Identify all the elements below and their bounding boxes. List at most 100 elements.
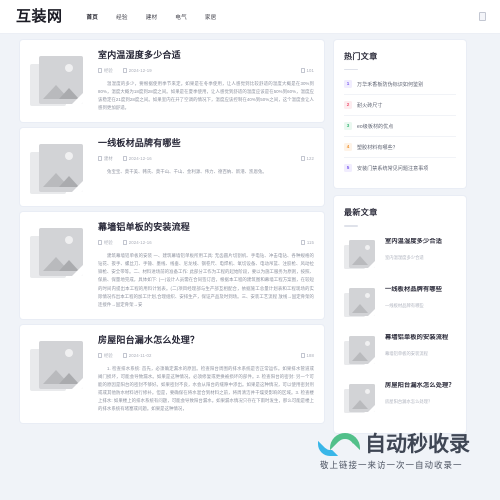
calendar-icon	[122, 240, 127, 246]
watermark-subtitle: 敬上链接一来访一次一自动收录一	[320, 460, 463, 470]
hot-article-item[interactable]: 4 塑胶材料有哪些？	[344, 137, 456, 159]
latest-article-title[interactable]: 房屋阳台漏水怎么处理？	[385, 382, 456, 391]
page-root: 互装网 首页 经验 建材 电气 家居 室内温湿度多少合适 经验 2024-12-…	[0, 0, 500, 500]
article-views-label: 115	[306, 240, 314, 246]
broken-image-icon	[344, 335, 378, 366]
article-title[interactable]: 房屋阳台漏水怎么处理？	[98, 335, 314, 347]
rank-badge: 3	[344, 122, 352, 131]
title-underline	[344, 225, 358, 227]
eye-icon	[300, 240, 305, 246]
article-views: 122	[300, 156, 314, 162]
article-category[interactable]: 建材	[98, 156, 113, 162]
article-date-label: 2024-12-16	[128, 240, 152, 246]
article-views: 101	[300, 68, 314, 74]
latest-article-item[interactable]: 幕墙铝单板的安装流程 幕墙铝单板的安装流程	[344, 327, 456, 375]
article-card[interactable]: 室内温湿度多少合适 经验 2024-12-19 101 温湿度的多少，要根据使用…	[20, 40, 324, 123]
article-title[interactable]: 室内温湿度多少合适	[98, 50, 314, 62]
nav-item-jiancai[interactable]: 建材	[146, 13, 158, 21]
article-excerpt: 建筑幕墙铝单板的安装 一、建筑幕墙铝单板所用工具: 无齿圆片切割机、手电钻、冲击…	[98, 252, 314, 307]
article-meta: 建材 2024-12-16 122	[98, 156, 314, 162]
latest-article-title[interactable]: 一线板材品牌有哪些	[385, 286, 456, 295]
eye-icon	[300, 156, 305, 162]
article-title[interactable]: 一线板材品牌有哪些	[98, 138, 314, 150]
article-category-label: 经验	[104, 352, 113, 358]
site-header: 互装网 首页 经验 建材 电气 家居	[0, 0, 500, 34]
rank-badge: 4	[344, 143, 352, 152]
latest-article-desc: 幕墙铝单板的安装流程	[385, 351, 428, 357]
article-excerpt: 兔宝宝、莫干美、韩氏、莫干山、千山、金利源、伟力、德百纳、新港、凯恩兔。	[107, 168, 267, 174]
article-date: 2024-12-16	[122, 156, 152, 162]
article-views-label: 122	[306, 156, 314, 162]
latest-article-title[interactable]: 室内温湿度多少合适	[385, 238, 456, 247]
folder-icon	[98, 240, 102, 246]
latest-article-title[interactable]: 幕墙铝单板的安装流程	[385, 334, 456, 343]
article-category-label: 经验	[104, 239, 113, 245]
article-views: 188	[300, 353, 314, 359]
latest-article-desc: 室内温湿度多少合适	[385, 255, 424, 261]
nav-item-dianqi[interactable]: 电气	[175, 13, 187, 21]
broken-image-icon	[30, 144, 88, 196]
broken-image-icon	[344, 239, 378, 270]
latest-article-item[interactable]: 房屋阳台漏水怎么处理？ 房屋阳台漏水怎么处理？	[344, 375, 456, 423]
article-card[interactable]: 一线板材品牌有哪些 建材 2024-12-16 122 兔宝宝、莫干美、韩氏、莫…	[20, 128, 324, 207]
article-card[interactable]: 房屋阳台漏水怎么处理？ 经验 2024-11-02 188 1. 检查排水系统:…	[20, 324, 324, 424]
folder-icon	[98, 156, 102, 162]
broken-image-icon	[30, 228, 88, 280]
title-underline	[344, 69, 358, 71]
article-category[interactable]: 经验	[98, 68, 113, 74]
article-meta: 经验 2024-12-19 101	[98, 68, 314, 74]
sidebar: 热门文章 1 万华禾香板防伪标识如何鉴别 2 耐火砖尺寸 3 eo级板材的优点 …	[334, 40, 466, 441]
hot-articles-title: 热门文章	[344, 52, 378, 61]
article-date-label: 2024-12-16	[128, 156, 152, 162]
hot-articles-panel: 热门文章 1 万华禾香板防伪标识如何鉴别 2 耐火砖尺寸 3 eo级板材的优点 …	[334, 40, 466, 189]
article-title[interactable]: 幕墙铝单板的安装流程	[98, 222, 314, 234]
broken-image-icon	[344, 287, 378, 318]
article-views: 115	[300, 240, 314, 246]
calendar-icon	[122, 68, 127, 74]
hot-article-item[interactable]: 3 eo级板材的优点	[344, 116, 456, 138]
article-list: 室内温湿度多少合适 经验 2024-12-19 101 温湿度的多少，要根据使用…	[20, 40, 324, 429]
article-date-label: 2024-11-02	[128, 353, 152, 359]
article-views-label: 101	[306, 68, 314, 74]
article-category[interactable]: 经验	[98, 240, 113, 246]
article-category-label: 建材	[104, 155, 113, 161]
broken-image-icon	[30, 56, 88, 108]
broken-image-icon	[30, 340, 88, 393]
article-meta: 经验 2024-11-02 188	[98, 353, 314, 359]
article-category[interactable]: 经验	[98, 353, 113, 359]
article-date: 2024-11-02	[122, 353, 152, 359]
page-body: 室内温湿度多少合适 经验 2024-12-19 101 温湿度的多少，要根据使用…	[0, 34, 500, 441]
article-date-label: 2024-12-19	[128, 68, 152, 74]
article-card[interactable]: 幕墙铝单板的安装流程 经验 2024-12-16 115 建筑幕墙铝单板的安装 …	[20, 212, 324, 319]
hot-article-label: 安装门禁系统常见问题注意事项	[357, 165, 429, 172]
hot-article-item[interactable]: 2 耐火砖尺寸	[344, 95, 456, 117]
header-actions	[479, 12, 486, 21]
folder-icon	[98, 353, 102, 359]
hot-article-label: 塑胶材料有哪些？	[357, 144, 398, 151]
site-logo[interactable]: 互装网	[16, 9, 63, 24]
latest-article-item[interactable]: 一线板材品牌有哪些 一线板材品牌有哪些	[344, 279, 456, 327]
nav-item-home[interactable]: 首页	[87, 13, 99, 21]
article-category-label: 经验	[104, 67, 113, 73]
eye-icon	[300, 68, 305, 74]
article-date: 2024-12-16	[122, 240, 152, 246]
hot-article-item[interactable]: 5 安装门禁系统常见问题注意事项	[344, 158, 456, 178]
hot-article-label: 耐火砖尺寸	[357, 102, 383, 109]
search-icon[interactable]	[479, 12, 486, 21]
eye-icon	[300, 353, 305, 359]
nav-item-jiaju[interactable]: 家居	[205, 13, 217, 21]
calendar-icon	[122, 353, 127, 359]
rank-badge: 5	[344, 164, 352, 173]
hot-article-item[interactable]: 1 万华禾香板防伪标识如何鉴别	[344, 74, 456, 96]
latest-article-item[interactable]: 室内温湿度多少合适 室内温湿度多少合适	[344, 231, 456, 279]
main-navigation: 首页 经验 建材 电气 家居	[87, 13, 217, 21]
latest-articles-title: 最新文章	[344, 208, 378, 218]
hot-article-label: eo级板材的优点	[357, 123, 394, 130]
rank-badge: 1	[344, 80, 352, 89]
latest-articles-panel: 最新文章 室内温湿度多少合适 室内温湿度多少合适 一线板材品牌有哪些 一线板材品…	[334, 196, 466, 433]
latest-article-desc: 一线板材品牌有哪些	[385, 303, 424, 309]
nav-item-jingyan[interactable]: 经验	[116, 13, 128, 21]
article-excerpt: 1. 检查排水系统: 首先，必须确定漏水的原因。检查阳台周围的排水系统是否正常运…	[98, 365, 314, 412]
article-date: 2024-12-19	[122, 68, 152, 74]
hot-article-label: 万华禾香板防伪标识如何鉴别	[357, 81, 424, 88]
